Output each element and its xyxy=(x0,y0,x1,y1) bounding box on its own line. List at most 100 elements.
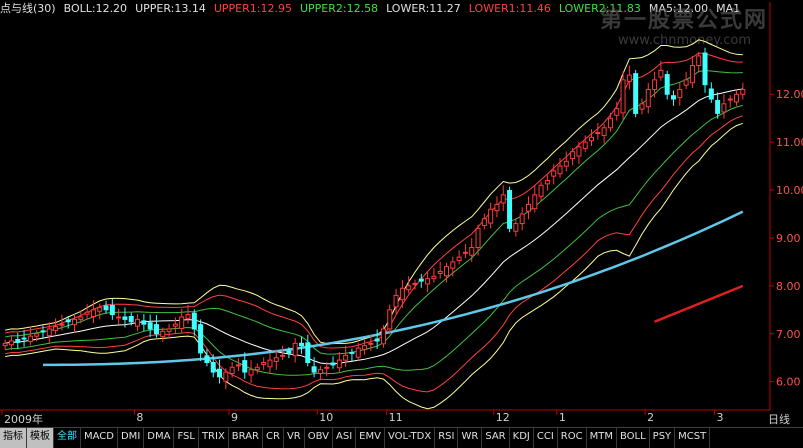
tab-psy[interactable]: PSY xyxy=(650,428,676,448)
tab-vr[interactable]: VR xyxy=(284,428,305,448)
candle-body xyxy=(380,328,386,345)
candle-body xyxy=(393,294,399,308)
candle-body xyxy=(147,322,153,330)
candle-body xyxy=(620,79,626,114)
candle-body xyxy=(721,103,727,113)
tab-mtm[interactable]: MTM xyxy=(587,428,617,448)
tab-vol-tdx[interactable]: VOL-TDX xyxy=(385,428,436,448)
candle-body xyxy=(437,270,443,274)
candle-body xyxy=(614,108,620,116)
tab-fsl[interactable]: FSL xyxy=(174,428,199,448)
time-tick-label: 10 xyxy=(319,411,334,424)
candle-body xyxy=(343,354,349,361)
candle-body xyxy=(450,261,456,269)
candle-body xyxy=(191,312,197,330)
candle-body xyxy=(40,330,46,333)
lower1-band-line xyxy=(5,115,743,393)
candle-body xyxy=(488,208,494,224)
candle-body xyxy=(708,88,714,100)
tab-cci[interactable]: CCI xyxy=(534,428,558,448)
tab-emv[interactable]: EMV xyxy=(356,428,385,448)
tab-mcst[interactable]: MCST xyxy=(675,428,711,448)
long-ma-red-line xyxy=(654,284,744,323)
candle-body xyxy=(702,52,708,86)
candle-body xyxy=(734,93,740,103)
candle-body xyxy=(90,309,96,318)
candle-body xyxy=(595,132,601,135)
tab-cr[interactable]: CR xyxy=(263,428,284,448)
tab-sar[interactable]: SAR xyxy=(482,428,510,448)
tab-dmi[interactable]: DMI xyxy=(118,428,145,448)
candle-body xyxy=(198,324,204,354)
candle-body xyxy=(204,355,210,363)
candle-body xyxy=(727,98,733,101)
candle-body xyxy=(235,364,241,367)
candle-body xyxy=(210,361,216,373)
candle-body xyxy=(254,366,260,371)
candle-body xyxy=(456,256,462,261)
tab-dma[interactable]: DMA xyxy=(144,428,175,448)
candle-body xyxy=(563,160,569,167)
candle-body xyxy=(462,251,468,254)
candle-body xyxy=(166,328,172,332)
tab-wr[interactable]: WR xyxy=(458,428,483,448)
candle-body xyxy=(557,165,563,175)
candle-body xyxy=(576,146,582,157)
upper-band-line xyxy=(5,39,743,345)
candle-body xyxy=(582,141,588,149)
price-tick-label: 6.00 xyxy=(776,376,801,389)
candle-body xyxy=(141,320,147,325)
tab-asi[interactable]: ASI xyxy=(333,428,357,448)
tab-macd[interactable]: MACD xyxy=(81,428,118,448)
tab-roc[interactable]: ROC xyxy=(558,428,587,448)
time-tick-label: 9 xyxy=(230,411,238,424)
time-tick-label: 1 xyxy=(558,411,566,424)
tab-模板[interactable]: 模板 xyxy=(27,428,54,448)
candle-body xyxy=(425,278,431,285)
candle-body xyxy=(172,323,178,327)
price-tick-label: 9.00 xyxy=(776,232,801,245)
candle-body xyxy=(298,342,304,347)
price-tick-label: 10.00 xyxy=(776,184,803,197)
tab-全部[interactable]: 全部 xyxy=(54,428,81,448)
lower-band-line xyxy=(5,122,743,410)
candle-body xyxy=(633,73,639,114)
candle-body xyxy=(21,337,27,340)
tab-boll[interactable]: BOLL xyxy=(617,428,650,448)
boll-mid-line xyxy=(5,88,743,365)
candle-body xyxy=(740,88,746,95)
tab-指标[interactable]: 指标 xyxy=(0,428,27,448)
candle-body xyxy=(355,347,361,358)
candle-body xyxy=(153,324,159,335)
candle-body xyxy=(135,318,141,327)
price-tick-label: 12.00 xyxy=(776,88,803,101)
candle-body xyxy=(601,127,607,136)
candle-body xyxy=(658,69,664,78)
candle-body xyxy=(280,354,286,357)
candle-body xyxy=(317,369,323,375)
candle-body xyxy=(683,79,689,86)
candle-body xyxy=(185,314,191,319)
candle-body xyxy=(494,203,500,212)
candle-body xyxy=(97,306,103,312)
candle-body xyxy=(84,311,90,315)
candle-body xyxy=(242,360,248,373)
candle-body xyxy=(103,305,109,311)
candle-body xyxy=(532,194,538,210)
time-tick-label: 2009年 xyxy=(4,413,43,426)
candle-body xyxy=(670,95,676,100)
candle-body xyxy=(715,99,721,114)
candlestick-chart[interactable]: 12.00 11.00 10.00 9.00 8.00 7.00 6.00 xyxy=(0,0,803,427)
tab-trix[interactable]: TRIX xyxy=(199,428,229,448)
candle-body xyxy=(8,340,14,346)
candle-body xyxy=(109,304,115,316)
tab-kdj[interactable]: KDJ xyxy=(510,428,534,448)
candle-body xyxy=(362,345,368,351)
tab-obv[interactable]: OBV xyxy=(305,428,333,448)
period-label[interactable]: 日线 xyxy=(768,411,790,427)
tab-rsi[interactable]: RSI xyxy=(435,428,459,448)
candle-body xyxy=(387,309,393,330)
candle-body xyxy=(46,328,52,337)
tab-brar[interactable]: BRAR xyxy=(229,428,263,448)
long-ma-cyan-line xyxy=(43,210,744,367)
